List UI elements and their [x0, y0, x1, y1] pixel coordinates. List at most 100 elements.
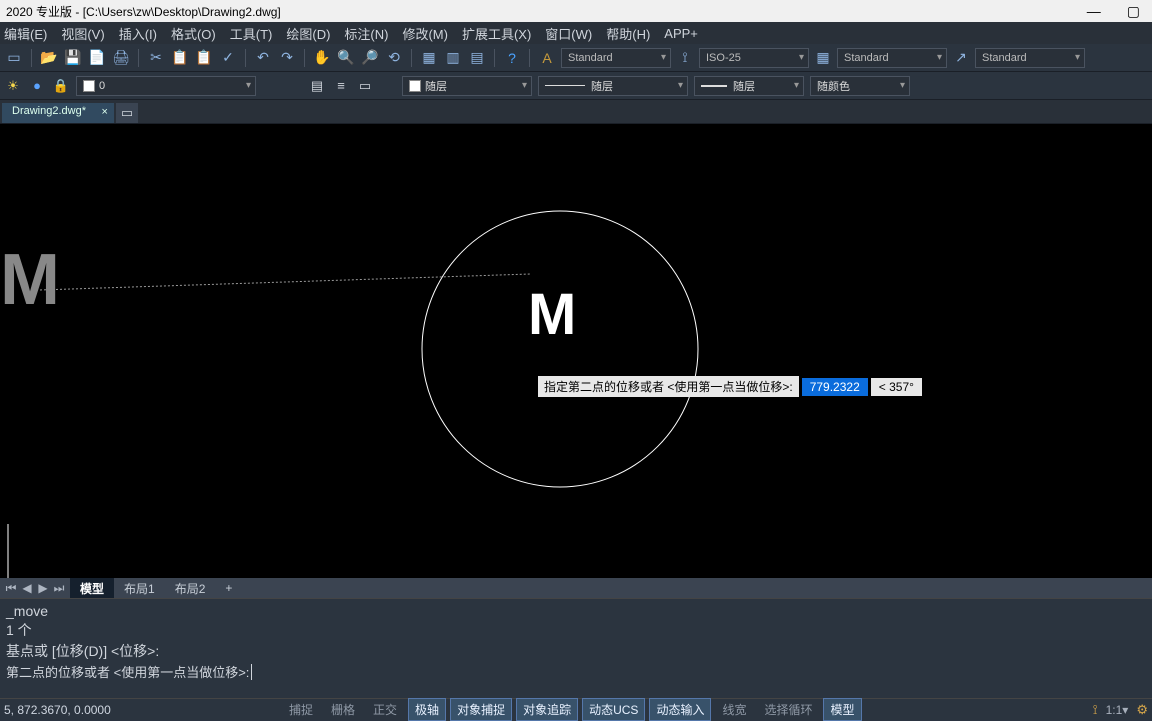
lineweight-combo[interactable]: 随层	[694, 76, 804, 96]
new-tab-button[interactable]: ▭	[116, 103, 138, 123]
redo-icon[interactable]: ↷	[277, 48, 297, 68]
pan-icon[interactable]: ✋	[312, 48, 332, 68]
properties-icon[interactable]: ▦	[419, 48, 439, 68]
status-otrack[interactable]: 对象追踪	[516, 698, 578, 721]
tablestyle-icon[interactable]: ▦	[813, 48, 833, 68]
print-icon[interactable]: 🖨	[111, 48, 131, 68]
status-model[interactable]: 模型	[823, 698, 861, 721]
dynamic-input-tooltip: 指定第二点的位移或者 <使用第一点当做位移>: 779.2322 < 357°	[538, 376, 922, 397]
command-window[interactable]: _move 1 个 基点或 [位移(D)] <位移>: 第二点的位移或者 <使用…	[0, 598, 1152, 698]
text-object-m-origin: M	[0, 240, 60, 320]
menu-extend[interactable]: 扩展工具(X)	[462, 24, 531, 43]
layer-prop-combo[interactable]: 随层	[402, 76, 532, 96]
layer-thaw-icon[interactable]: ☀	[4, 77, 22, 95]
tooltip-angle: < 357°	[871, 378, 922, 396]
layout-prev-icon[interactable]: ◀	[20, 581, 34, 596]
dimstyle-icon[interactable]: ⟟	[675, 48, 695, 68]
tablestyle-combo[interactable]: Standard	[837, 48, 947, 68]
cmd-line-1: _move	[6, 603, 1146, 619]
status-user-icon[interactable]: ⟟	[1093, 702, 1098, 718]
layers-toolbar: ☀ ● 🔒 0 ▤ ≡ ▭ 随层 随层 随层 随颜色	[0, 72, 1152, 100]
saveas-icon[interactable]: 📄	[87, 48, 107, 68]
menu-edit[interactable]: 编辑(E)	[4, 24, 47, 43]
close-tab-icon[interactable]: ×	[102, 106, 108, 118]
zoomwin-icon[interactable]: 🔎	[360, 48, 380, 68]
layer-on-icon[interactable]: ●	[28, 77, 46, 95]
new-icon[interactable]: ▭	[4, 48, 24, 68]
textstyle-icon[interactable]: A	[537, 48, 557, 68]
status-ortho[interactable]: 正交	[366, 698, 404, 721]
cmd-input-line[interactable]: 第二点的位移或者 <使用第一点当做位移>:	[6, 662, 1146, 681]
menu-draw[interactable]: 绘图(D)	[286, 24, 330, 43]
layer-lock-icon[interactable]: 🔒	[52, 77, 70, 95]
layout-tab-add[interactable]: +	[215, 579, 242, 597]
dimstyle-combo[interactable]: ISO-25	[699, 48, 809, 68]
status-ducs[interactable]: 动态UCS	[582, 698, 645, 721]
status-polar[interactable]: 极轴	[408, 698, 446, 721]
status-gear-icon[interactable]: ⚙	[1136, 702, 1148, 718]
menu-dimension[interactable]: 标注(N)	[344, 24, 388, 43]
zoom-icon[interactable]: 🔍	[336, 48, 356, 68]
zoomprev-icon[interactable]: ⟲	[384, 48, 404, 68]
cmd-cursor	[251, 664, 252, 680]
status-dyn[interactable]: 动态输入	[649, 698, 711, 721]
linetype-combo[interactable]: 随层	[538, 76, 688, 96]
match-icon[interactable]: ✓	[218, 48, 238, 68]
text-object-m-moved: M	[528, 282, 576, 347]
menu-appplus[interactable]: APP+	[664, 26, 698, 41]
menu-modify[interactable]: 修改(M)	[402, 24, 448, 43]
standard-toolbar: ▭ 📂 💾 📄 🖨 ✂ 📋 📋 ✓ ↶ ↷ ✋ 🔍 🔎 ⟲ ▦ ▥ ▤ ? A …	[0, 44, 1152, 72]
menu-view[interactable]: 视图(V)	[61, 24, 104, 43]
tooltip-distance-input[interactable]: 779.2322	[802, 378, 868, 396]
open-icon[interactable]: 📂	[39, 48, 59, 68]
title-bar: 2020 专业版 - [C:\Users\zw\Desktop\Drawing2…	[0, 0, 1152, 22]
layerprops-icon[interactable]: ▤	[308, 77, 326, 95]
layeriso-icon[interactable]: ▭	[356, 77, 374, 95]
cut-icon[interactable]: ✂	[146, 48, 166, 68]
status-grid[interactable]: 栅格	[324, 698, 362, 721]
undo-icon[interactable]: ↶	[253, 48, 273, 68]
status-cycle[interactable]: 选择循环	[757, 698, 819, 721]
color-combo[interactable]: 随颜色	[810, 76, 910, 96]
cmd-line-3: 基点或 [位移(D)] <位移>:	[6, 641, 1146, 661]
status-lwt[interactable]: 线宽	[715, 698, 753, 721]
menu-format[interactable]: 格式(O)	[171, 24, 216, 43]
save-icon[interactable]: 💾	[63, 48, 83, 68]
paste-icon[interactable]: 📋	[194, 48, 214, 68]
menu-tools[interactable]: 工具(T)	[230, 24, 273, 43]
layer-swatch	[409, 80, 421, 92]
status-bar: 5, 872.3670, 0.0000 捕捉 栅格 正交 极轴 对象捕捉 对象追…	[0, 698, 1152, 720]
textstyle-combo[interactable]: Standard	[561, 48, 671, 68]
layout-tab-2[interactable]: 布局2	[165, 578, 216, 599]
drawing-canvas[interactable]: M M X 指定第二点的位移或者 <使用第一点当做位移>: 779.2322 <…	[0, 124, 1152, 598]
layout-tab-1[interactable]: 布局1	[114, 578, 165, 599]
minimize-button[interactable]: —	[1081, 3, 1107, 19]
calc-icon[interactable]: ▥	[443, 48, 463, 68]
layout-tabs: ⏮ ◀ ▶ ⏭ 模型 布局1 布局2 +	[0, 578, 1152, 598]
status-scale[interactable]: 1:1▾	[1106, 703, 1129, 717]
copy-icon[interactable]: 📋	[170, 48, 190, 68]
layout-last-icon[interactable]: ⏭	[52, 581, 66, 596]
layerstate-icon[interactable]: ≡	[332, 77, 350, 95]
menu-insert[interactable]: 插入(I)	[119, 24, 157, 43]
status-snap[interactable]: 捕捉	[282, 698, 320, 721]
menu-bar: 编辑(E) 视图(V) 插入(I) 格式(O) 工具(T) 绘图(D) 标注(N…	[0, 22, 1152, 44]
status-osnap[interactable]: 对象捕捉	[450, 698, 512, 721]
layer-combo[interactable]: 0	[76, 76, 256, 96]
layer-0-label: 0	[99, 80, 105, 92]
mleaderstyle-icon[interactable]: ↗	[951, 48, 971, 68]
doc-tab-drawing2[interactable]: Drawing2.dwg* ×	[2, 103, 114, 123]
table-icon[interactable]: ▤	[467, 48, 487, 68]
help-icon[interactable]: ?	[502, 48, 522, 68]
layout-next-icon[interactable]: ▶	[36, 581, 50, 596]
layout-first-icon[interactable]: ⏮	[4, 581, 18, 596]
mleaderstyle-combo[interactable]: Standard	[975, 48, 1085, 68]
status-coordinates: 5, 872.3670, 0.0000	[4, 703, 174, 717]
tooltip-prompt: 指定第二点的位移或者 <使用第一点当做位移>:	[538, 376, 799, 397]
menu-window[interactable]: 窗口(W)	[545, 24, 592, 43]
cmd-prompt: 第二点的位移或者 <使用第一点当做位移>:	[6, 662, 249, 681]
maximize-button[interactable]: ▢	[1121, 3, 1146, 20]
menu-help[interactable]: 帮助(H)	[606, 24, 650, 43]
window-title: 2020 专业版 - [C:\Users\zw\Desktop\Drawing2…	[6, 3, 281, 20]
layout-tab-model[interactable]: 模型	[70, 578, 114, 599]
